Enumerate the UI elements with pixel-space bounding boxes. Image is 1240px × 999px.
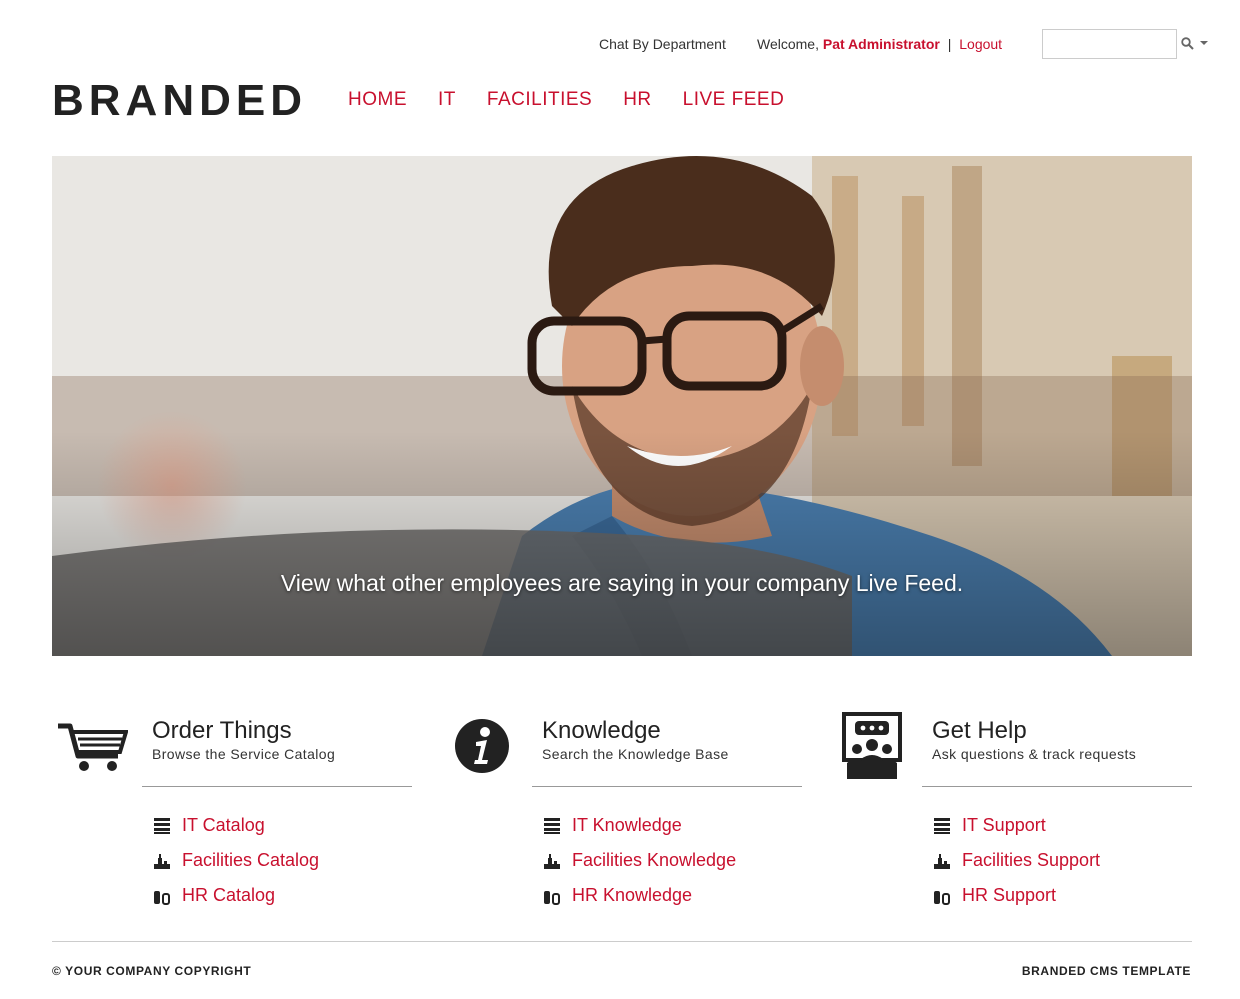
- chat-by-department-link[interactable]: Chat By Department: [599, 36, 726, 52]
- footer-template-name: BRANDED CMS TEMPLATE: [1021, 964, 1191, 978]
- it-support-label: IT Support: [962, 815, 1046, 835]
- divider: [532, 786, 802, 787]
- logout-link[interactable]: Logout: [959, 36, 1002, 52]
- help-desk-icon: [832, 706, 912, 786]
- nav-item-it[interactable]: IT: [438, 89, 456, 111]
- info-icon: [442, 706, 522, 786]
- it-catalog-label: IT Catalog: [182, 815, 265, 835]
- knowledge-section: Knowledge Search the Knowledge Base IT K…: [442, 700, 802, 910]
- facilities-support-label: Facilities Support: [962, 850, 1101, 870]
- people-icon: [544, 890, 560, 905]
- divider: [142, 786, 412, 787]
- hr-support-link[interactable]: HR Support: [932, 878, 1100, 913]
- nav-item-hr[interactable]: HR: [623, 89, 651, 111]
- knowledge-subtitle: Search the Knowledge Base: [542, 746, 729, 762]
- search-button[interactable]: [1181, 33, 1215, 53]
- facilities-knowledge-label: Facilities Knowledge: [572, 850, 737, 870]
- facilities-catalog-link[interactable]: Facilities Catalog: [152, 843, 319, 878]
- order-things-links: IT Catalog Facilities Catalog HR Catalog: [152, 808, 319, 913]
- hero-caption: View what other employees are saying in …: [280, 570, 964, 596]
- nav-item-facilities[interactable]: FACILITIES: [487, 89, 592, 111]
- welcome-message: Welcome, Pat Administrator | Logout: [757, 36, 1002, 52]
- nav-item-live-feed[interactable]: LIVE FEED: [683, 89, 785, 111]
- building-icon: [934, 853, 950, 869]
- it-catalog-link[interactable]: IT Catalog: [152, 808, 319, 843]
- hr-knowledge-link[interactable]: HR Knowledge: [542, 878, 736, 913]
- get-help-title: Get Help: [932, 717, 1027, 744]
- hr-support-label: HR Support: [962, 885, 1057, 905]
- people-icon: [154, 890, 170, 905]
- nav-item-home[interactable]: HOME: [348, 89, 407, 111]
- it-support-link[interactable]: IT Support: [932, 808, 1100, 843]
- people-icon: [934, 890, 950, 905]
- separator: |: [947, 36, 952, 52]
- user-name-link[interactable]: Pat Administrator: [823, 36, 940, 52]
- server-icon: [154, 817, 170, 834]
- it-knowledge-label: IT Knowledge: [572, 815, 682, 835]
- order-things-title: Order Things: [152, 717, 292, 744]
- search-icon: [1181, 36, 1194, 50]
- welcome-prefix: Welcome,: [757, 36, 819, 52]
- get-help-subtitle: Ask questions & track requests: [932, 746, 1137, 762]
- get-help-links: IT Support Facilities Support HR Support: [932, 808, 1100, 913]
- main-nav: HOME IT FACILITIES HR LIVE FEED: [348, 89, 815, 111]
- search-input[interactable]: [1042, 29, 1177, 59]
- server-icon: [934, 817, 950, 834]
- facilities-support-link[interactable]: Facilities Support: [932, 843, 1100, 878]
- chevron-down-icon: [1200, 41, 1208, 45]
- footer-copyright: © YOUR COMPANY COPYRIGHT: [52, 964, 252, 978]
- utility-bar: Chat By Department Welcome, Pat Administ…: [0, 0, 1240, 80]
- footer-divider: [52, 941, 1192, 942]
- facilities-catalog-label: Facilities Catalog: [182, 850, 320, 870]
- server-icon: [544, 817, 560, 834]
- knowledge-title: Knowledge: [542, 717, 661, 744]
- order-things-subtitle: Browse the Service Catalog: [152, 746, 336, 762]
- divider: [922, 786, 1192, 787]
- hr-catalog-label: HR Catalog: [182, 885, 276, 905]
- order-things-section: Order Things Browse the Service Catalog …: [52, 700, 412, 910]
- knowledge-links: IT Knowledge Facilities Knowledge HR Kno…: [542, 808, 736, 913]
- it-knowledge-link[interactable]: IT Knowledge: [542, 808, 736, 843]
- hero-banner[interactable]: View what other employees are saying in …: [52, 156, 1192, 656]
- building-icon: [544, 853, 560, 869]
- logo[interactable]: BRANDED: [52, 78, 307, 124]
- facilities-knowledge-link[interactable]: Facilities Knowledge: [542, 843, 736, 878]
- get-help-section: Get Help Ask questions & track requests …: [832, 700, 1192, 910]
- building-icon: [154, 853, 170, 869]
- hr-catalog-link[interactable]: HR Catalog: [152, 878, 319, 913]
- cart-icon: [52, 706, 132, 786]
- hr-knowledge-label: HR Knowledge: [572, 885, 693, 905]
